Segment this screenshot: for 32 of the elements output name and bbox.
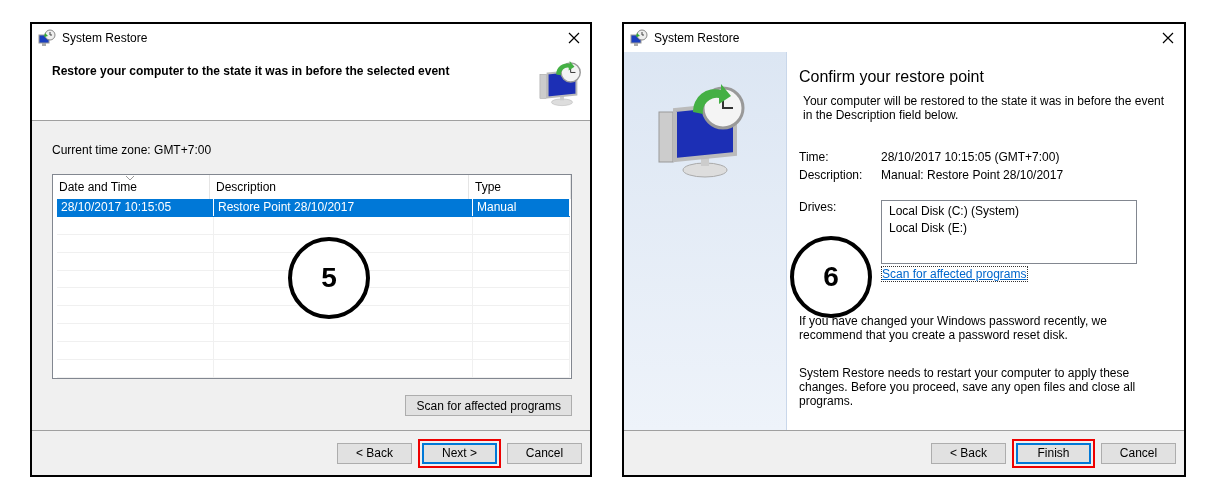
column-header[interactable]: Type <box>469 175 571 199</box>
system-restore-icon <box>630 29 648 47</box>
field-value: 28/10/2017 10:15:05 (GMT+7:00) <box>881 150 1061 164</box>
timezone-label: Current time zone: GMT+7:00 <box>52 143 213 157</box>
system-restore-icon <box>38 29 56 47</box>
column-header[interactable]: Date and Time <box>53 175 210 199</box>
table-cell: Manual <box>477 200 517 215</box>
close-icon[interactable] <box>568 32 580 44</box>
sort-caret-icon <box>125 175 135 181</box>
window-title: System Restore <box>62 31 149 45</box>
table-cell: 28/10/2017 10:15:05 <box>61 200 172 215</box>
dialog-button[interactable]: < Back <box>931 442 1006 464</box>
drive-item: Local Disk (E:) <box>889 221 969 235</box>
field-label: Description: <box>799 168 864 182</box>
column-header[interactable]: Description <box>210 175 469 199</box>
close-icon[interactable] <box>1162 32 1174 44</box>
window-title: System Restore <box>654 31 741 45</box>
drive-item: Local Disk (C:) (System) <box>889 204 1020 218</box>
dialog-button[interactable]: Cancel <box>1101 442 1176 464</box>
table-row[interactable]: 28/10/2017 10:15:05 Restore Point 28/10/2017 Manual <box>57 198 570 217</box>
field-label: Drives: <box>799 200 838 214</box>
scan-button[interactable]: Scan for affected programs <box>405 395 572 416</box>
note-text: System Restore needs to restart your computer to apply these changes. Before you proceed, save any open files and close all programs. <box>799 366 1137 408</box>
dialog-heading: Restore your computer to the state it was in before the selected event <box>52 64 450 78</box>
field-label: Time: <box>799 150 830 164</box>
dialog-button[interactable]: Cancel <box>507 442 582 464</box>
field-value: Manual: Restore Point 28/10/2017 <box>881 168 1065 182</box>
intro-text: Your computer will be restored to the state it was in before the event in the Description field below. <box>802 94 1166 122</box>
dialog-button[interactable]: < Back <box>337 442 412 464</box>
dialog-heading: Confirm your restore point <box>799 68 985 86</box>
scan-link[interactable]: Scan for affected programs <box>881 266 1028 282</box>
table-cell: Restore Point 28/10/2017 <box>218 200 355 215</box>
